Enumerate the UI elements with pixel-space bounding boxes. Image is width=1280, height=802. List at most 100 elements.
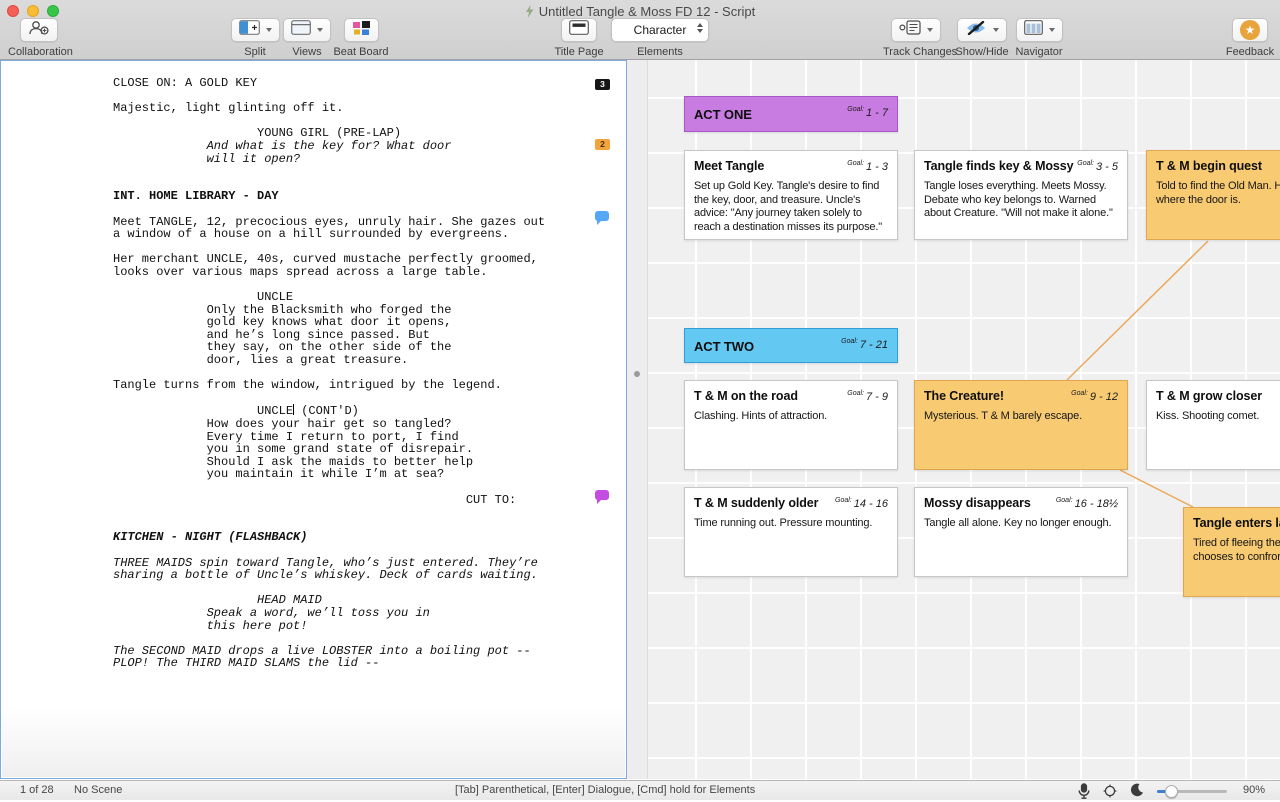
split-group: Split <box>228 18 282 58</box>
scene-number-badge[interactable]: 2 <box>595 139 610 150</box>
pane-splitter[interactable] <box>627 60 648 779</box>
beat-card[interactable]: Tangle finds key & Mossy Goal:3 - 5 Tang… <box>914 150 1128 240</box>
title-page-label: Title Page <box>552 46 606 58</box>
script-block: CUT TO: <box>113 494 593 507</box>
beat-card-body: Kiss. Shooting comet. <box>1156 410 1280 424</box>
views-icon <box>291 20 311 40</box>
script-block: Only the Blacksmith who forged the gold … <box>113 304 593 367</box>
title-page-icon <box>569 20 589 40</box>
beat-card[interactable]: Meet Tangle Goal:1 - 3 Set up Gold Key. … <box>684 150 898 240</box>
beat-board-icon <box>352 20 371 41</box>
track-changes-label: Track Changes <box>883 46 949 58</box>
focus-target-button[interactable] <box>1103 784 1117 801</box>
script-block: Tangle turns from the window, intrigued … <box>113 379 593 392</box>
elements-dropdown-value: Character <box>634 23 687 37</box>
beat-card[interactable]: Mossy disappears Goal:16 - 18½ Tangle al… <box>914 487 1128 577</box>
page-count: 1 of 28 <box>20 784 54 796</box>
document-proxy-icon <box>525 5 534 21</box>
split-view-icon <box>239 20 260 40</box>
beat-card-body: Time running out. Pressure mounting. <box>694 517 888 531</box>
beat-card-body: Tangle all alone. Key no longer enough. <box>924 517 1118 531</box>
beat-card-title: T & M begin quest <box>1156 159 1280 173</box>
comment-bubble[interactable] <box>595 490 609 500</box>
scene-number-badge[interactable]: 3 <box>595 79 610 90</box>
beat-board-pane[interactable]: ACT ONE Goal:1 - 7 Meet Tangle Goal:1 - … <box>648 60 1280 779</box>
navigator-button[interactable] <box>1016 18 1063 42</box>
collaboration-button[interactable] <box>20 18 58 42</box>
dictation-button[interactable] <box>1078 783 1090 802</box>
scene-indicator: No Scene <box>74 784 122 796</box>
beat-card[interactable]: T & M on the road Goal:7 - 9 Clashing. H… <box>684 380 898 470</box>
beat-card-body: Set up Gold Key. Tangle's desire to find… <box>694 180 888 234</box>
script-page[interactable]: CLOSE ON: A GOLD KEY Majestic, light glin… <box>113 77 593 670</box>
beat-card-goal: Goal:16 - 18½ <box>1056 497 1118 510</box>
night-mode-button[interactable] <box>1130 783 1144 800</box>
chevron-down-icon <box>993 28 999 32</box>
star-icon: ★ <box>1240 20 1260 40</box>
chevron-down-icon <box>266 28 272 32</box>
beat-card-goal: Goal:7 - 9 <box>847 390 888 403</box>
collaboration-icon <box>28 20 50 40</box>
beat-card-goal: Goal:1 - 7 <box>847 106 888 119</box>
beat-card-goal: Goal:9 - 12 <box>1071 390 1118 403</box>
script-editor-pane[interactable]: CLOSE ON: A GOLD KEY Majestic, light glin… <box>0 60 627 779</box>
comment-bubble[interactable] <box>595 211 609 221</box>
elements-dropdown[interactable]: Character <box>611 18 709 42</box>
script-block: Meet TANGLE, 12, precocious eyes, unruly… <box>113 216 593 241</box>
beat-board-button[interactable] <box>344 18 379 42</box>
track-changes-button[interactable] <box>891 18 941 42</box>
split-button[interactable] <box>231 18 280 42</box>
status-bar: 1 of 28 No Scene [Tab] Parenthetical, [E… <box>0 780 1280 800</box>
split-label: Split <box>228 46 282 58</box>
script-block: The SECOND MAID drops a live LOBSTER int… <box>113 645 593 670</box>
beat-card[interactable]: T & M grow closer Kiss. Shooting comet. <box>1146 380 1280 470</box>
collaboration-group: Collaboration <box>8 18 70 58</box>
toolbar: Untitled Tangle & Moss FD 12 - Script Co… <box>0 0 1280 60</box>
track-changes-icon <box>899 20 921 40</box>
views-label: Views <box>282 46 332 58</box>
script-block: Her merchant UNCLE, 40s, curved mustache… <box>113 253 593 278</box>
beat-card[interactable]: T & M suddenly older Goal:14 - 16 Time r… <box>684 487 898 577</box>
feedback-button[interactable]: ★ <box>1232 18 1268 42</box>
updown-chevrons-icon <box>697 23 703 33</box>
beat-card-body: Told to find the Old Man. He knows where… <box>1156 180 1280 207</box>
beat-card[interactable]: Tangle enters lair Tired of fleeing the … <box>1183 507 1280 597</box>
script-block: UNCLE (CONT'D) <box>113 404 593 418</box>
splitter-handle[interactable] <box>634 371 640 377</box>
beat-card-goal: Goal:3 - 5 <box>1077 160 1118 173</box>
zoom-slider[interactable] <box>1157 790 1227 793</box>
title-page-button[interactable] <box>561 18 597 42</box>
eye-slash-icon <box>965 21 987 40</box>
beat-card[interactable]: ACT ONE Goal:1 - 7 <box>684 96 898 132</box>
chevron-down-icon <box>927 28 933 32</box>
elements-label: Elements <box>610 46 710 58</box>
script-block: Speak a word, we’ll toss you in this her… <box>113 607 593 632</box>
chevron-down-icon <box>317 28 323 32</box>
script-block: CLOSE ON: A GOLD KEY <box>113 77 593 90</box>
title-page-group: Title Page <box>552 18 606 58</box>
collaboration-label: Collaboration <box>8 46 70 58</box>
script-block: How does your hair get so tangled? Every… <box>113 418 593 481</box>
navigator-group: Navigator <box>1011 18 1067 58</box>
zoom-slider-thumb[interactable] <box>1165 785 1178 798</box>
script-block: And what is the key for? What door will … <box>113 140 593 165</box>
beat-card[interactable]: ACT TWO Goal:7 - 21 <box>684 328 898 363</box>
script-block: UNCLE <box>113 291 593 304</box>
script-block: THREE MAIDS spin toward Tangle, who’s ju… <box>113 557 593 582</box>
element-shortcut-hint: [Tab] Parenthetical, [Enter] Dialogue, [… <box>455 784 755 796</box>
feedback-label: Feedback <box>1222 46 1278 58</box>
elements-group: Character Elements <box>610 18 710 58</box>
beat-card-title: Tangle enters lair <box>1193 516 1280 530</box>
beat-card-title: T & M grow closer <box>1156 389 1280 403</box>
navigator-icon <box>1024 20 1043 40</box>
beat-card[interactable]: The Creature! Goal:9 - 12 Mysterious. T … <box>914 380 1128 470</box>
script-block: Majestic, light glinting off it. <box>113 102 593 115</box>
beat-board-label: Beat Board <box>332 46 390 58</box>
beat-card[interactable]: T & M begin quest Told to find the Old M… <box>1146 150 1280 240</box>
views-group: Views <box>282 18 332 58</box>
beat-board-group: Beat Board <box>332 18 390 58</box>
feedback-group: ★ Feedback <box>1222 18 1278 58</box>
show-hide-button[interactable] <box>957 18 1007 42</box>
views-button[interactable] <box>283 18 331 42</box>
beat-card-goal: Goal:14 - 16 <box>835 497 888 510</box>
